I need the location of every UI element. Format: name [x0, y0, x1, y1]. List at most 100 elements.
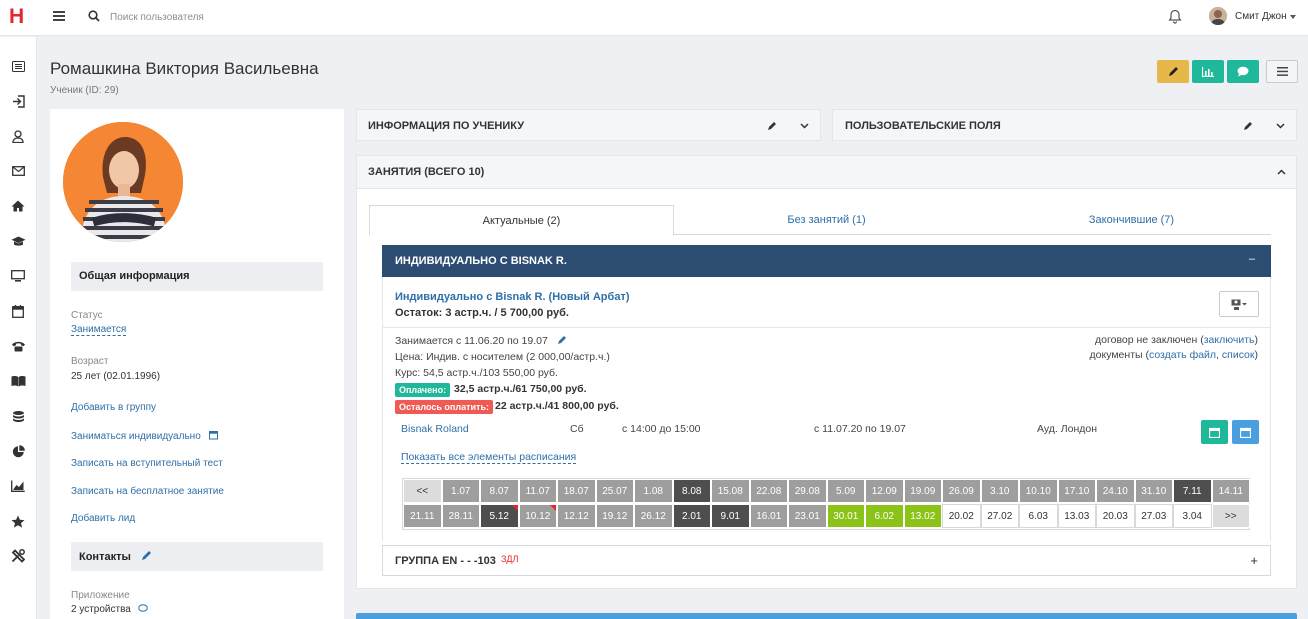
- schedule-date-cell[interactable]: 17.10: [1057, 479, 1096, 503]
- group-row[interactable]: ГРУППА EN - - -103 ЗДЛ +: [382, 545, 1271, 576]
- graduation-icon[interactable]: [9, 233, 27, 249]
- schedule-date-cell[interactable]: 3.10: [980, 479, 1019, 503]
- phone-icon[interactable]: [9, 338, 27, 354]
- schedule-date-cell[interactable]: 28.11: [441, 504, 480, 528]
- collapse-toggle[interactable]: –: [1249, 253, 1255, 265]
- schedule-date-cell[interactable]: 12.09: [865, 479, 904, 503]
- schedule-date-cell[interactable]: 6.02: [865, 504, 904, 528]
- teacher-menu-button[interactable]: [1219, 291, 1259, 317]
- lessons-header[interactable]: ЗАНЯТИЯ (ВСЕГО 10): [357, 156, 1296, 189]
- schedule-date-cell[interactable]: 27.02: [980, 504, 1019, 528]
- schedule-next-button[interactable]: >>: [1211, 504, 1250, 528]
- schedule-date-cell[interactable]: 18.07: [557, 479, 596, 503]
- chevron-up-icon[interactable]: [1277, 169, 1286, 175]
- lesson-name-link[interactable]: Индивидуально с Bisnak R. (Новый Арбат): [395, 291, 629, 303]
- schedule-date-cell[interactable]: 1.08: [634, 479, 673, 503]
- schedule-date-cell[interactable]: 7.11: [1173, 479, 1212, 503]
- schedule-date-cell[interactable]: 16.01: [749, 504, 788, 528]
- menu-toggle-icon[interactable]: [53, 11, 65, 21]
- schedule-date-cell[interactable]: 1.07: [441, 479, 480, 503]
- stats-button[interactable]: [1192, 60, 1224, 83]
- schedule-date-cell[interactable]: 22.08: [749, 479, 788, 503]
- schedule-prev-button[interactable]: <<: [403, 479, 442, 503]
- next-panel-header[interactable]: [356, 613, 1297, 619]
- schedule-date-cell[interactable]: 8.08: [672, 479, 711, 503]
- schedule-date-cell[interactable]: 26.09: [942, 479, 981, 503]
- add-lead-link[interactable]: Добавить лид: [71, 513, 135, 524]
- schedule-date-cell[interactable]: 30.01: [826, 504, 865, 528]
- schedule-date-cell[interactable]: 15.08: [711, 479, 750, 503]
- app-logo[interactable]: H: [9, 6, 24, 28]
- schedule-date-cell[interactable]: 14.11: [1211, 479, 1250, 503]
- chat-icon[interactable]: [137, 604, 148, 613]
- free-lesson-link[interactable]: Записать на бесплатное занятие: [71, 486, 224, 497]
- schedule-date-cell[interactable]: 5.12: [480, 504, 519, 528]
- schedule-date-cell[interactable]: 23.01: [788, 504, 827, 528]
- teacher-link[interactable]: Bisnak Roland: [401, 423, 469, 435]
- schedule-date-cell[interactable]: 24.10: [1096, 479, 1135, 503]
- schedule-date-cell[interactable]: 3.04: [1173, 504, 1212, 528]
- mail-icon[interactable]: [9, 163, 27, 179]
- pencil-icon[interactable]: [557, 335, 567, 345]
- schedule-date-cell[interactable]: 10.10: [1019, 479, 1058, 503]
- schedule-date-cell[interactable]: 27.03: [1134, 504, 1173, 528]
- schedule-date-cell[interactable]: 19.09: [903, 479, 942, 503]
- chevron-down-icon[interactable]: [1276, 123, 1285, 129]
- chevron-down-icon[interactable]: [800, 123, 809, 129]
- tools-icon[interactable]: [9, 548, 27, 564]
- star-icon[interactable]: [9, 513, 27, 529]
- conclude-contract-link[interactable]: заключить: [1204, 334, 1255, 346]
- tab-without-lessons[interactable]: Без занятий (1): [674, 205, 979, 235]
- user-search-input[interactable]: [110, 9, 410, 25]
- pencil-icon[interactable]: [767, 121, 777, 131]
- schedule-date-cell[interactable]: 21.11: [403, 504, 442, 528]
- schedule-date-cell[interactable]: 13.02: [903, 504, 942, 528]
- schedule-date-cell[interactable]: 31.10: [1134, 479, 1173, 503]
- edit-button[interactable]: [1157, 60, 1189, 83]
- schedule-date-cell[interactable]: 13.03: [1057, 504, 1096, 528]
- schedule-date-cell[interactable]: 25.07: [595, 479, 634, 503]
- create-file-link[interactable]: создать файл: [1149, 349, 1216, 361]
- pencil-icon[interactable]: [141, 550, 152, 561]
- lesson-group-header[interactable]: ИНДИВИДУАЛЬНО С BISNAK R. –: [382, 245, 1271, 277]
- user-avatar[interactable]: [1209, 7, 1227, 25]
- schedule-calendar-button[interactable]: [1201, 420, 1228, 444]
- home-icon[interactable]: [9, 198, 27, 214]
- status-value[interactable]: Занимается: [71, 324, 127, 336]
- tab-finished[interactable]: Закончившие (7): [979, 205, 1284, 235]
- schedule-date-cell[interactable]: 29.08: [788, 479, 827, 503]
- list-icon[interactable]: [9, 58, 27, 74]
- schedule-date-cell[interactable]: 9.01: [711, 504, 750, 528]
- study-individually-link[interactable]: Заниматься индивидуально: [71, 430, 219, 442]
- chevron-down-icon[interactable]: [1290, 15, 1296, 19]
- book-icon[interactable]: [9, 373, 27, 389]
- schedule-date-cell[interactable]: 26.12: [634, 504, 673, 528]
- schedule-edit-button[interactable]: [1232, 420, 1259, 444]
- more-menu-button[interactable]: [1266, 60, 1298, 83]
- login-icon[interactable]: [9, 93, 27, 109]
- user-icon[interactable]: [9, 128, 27, 144]
- schedule-date-cell[interactable]: 20.02: [942, 504, 981, 528]
- chat-button[interactable]: [1227, 60, 1259, 83]
- documents-list-link[interactable]: список: [1222, 349, 1255, 361]
- expand-toggle[interactable]: +: [1250, 553, 1258, 568]
- entrance-test-link[interactable]: Записать на вступительный тест: [71, 458, 223, 469]
- schedule-date-cell[interactable]: 6.03: [1019, 504, 1058, 528]
- user-name[interactable]: Смит Джон: [1235, 11, 1287, 22]
- line-chart-icon[interactable]: [9, 478, 27, 494]
- schedule-date-cell[interactable]: 8.07: [480, 479, 519, 503]
- student-info-panel[interactable]: ИНФОРМАЦИЯ ПО УЧЕНИКУ: [356, 109, 821, 141]
- bell-icon[interactable]: [1168, 9, 1182, 24]
- tab-current[interactable]: Актуальные (2): [369, 205, 674, 236]
- schedule-date-cell[interactable]: 12.12: [557, 504, 596, 528]
- schedule-date-cell[interactable]: 5.09: [826, 479, 865, 503]
- pencil-icon[interactable]: [1243, 121, 1253, 131]
- schedule-date-cell[interactable]: 2.01: [672, 504, 711, 528]
- monitor-icon[interactable]: [9, 268, 27, 284]
- calendar-icon[interactable]: [9, 303, 27, 319]
- schedule-date-cell[interactable]: 10.12: [518, 504, 557, 528]
- schedule-date-cell[interactable]: 11.07: [518, 479, 557, 503]
- pie-chart-icon[interactable]: [9, 443, 27, 459]
- schedule-date-cell[interactable]: 20.03: [1096, 504, 1135, 528]
- schedule-date-cell[interactable]: 19.12: [595, 504, 634, 528]
